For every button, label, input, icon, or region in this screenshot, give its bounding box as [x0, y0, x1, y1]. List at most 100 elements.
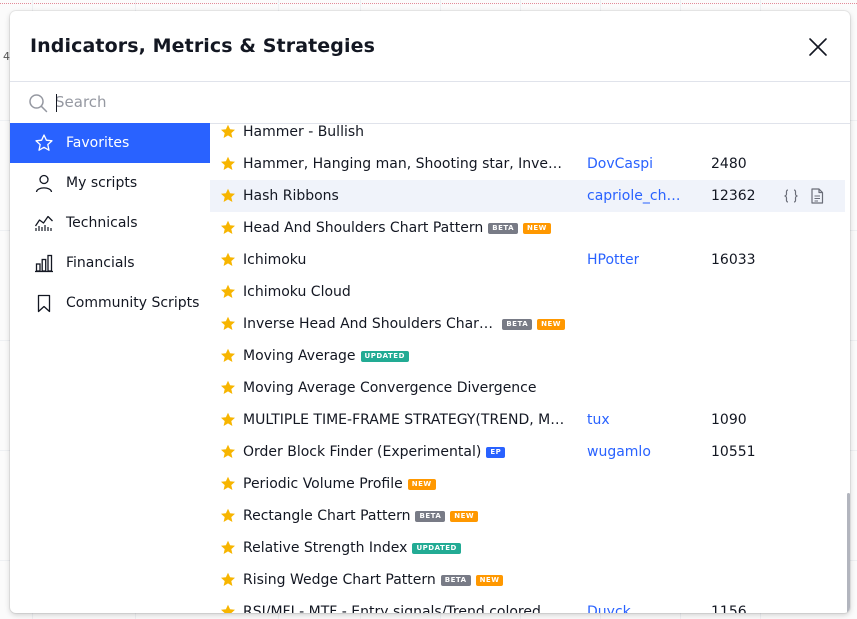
author-link[interactable]: DovCaspi [587, 156, 653, 172]
script-title: Moving Average Convergence Divergence [243, 380, 537, 396]
star-outline-icon [35, 134, 53, 151]
favorite-star-icon[interactable] [220, 412, 236, 428]
favorite-star-icon[interactable] [220, 572, 236, 588]
script-title: Rectangle Chart Pattern [243, 508, 411, 524]
badge-new: NEW [450, 510, 479, 522]
script-row[interactable]: Order Block Finder (Experimental) EP wugam… [210, 436, 845, 468]
script-row[interactable]: Ichimoku Cloud [210, 276, 845, 308]
price-line [0, 3, 857, 4]
script-row[interactable]: Rectangle Chart Pattern BETA NEW [210, 500, 845, 532]
script-document-icon[interactable] [808, 187, 826, 205]
favorite-star-icon[interactable] [220, 508, 236, 524]
script-title: Periodic Volume Profile [243, 476, 403, 492]
row-actions [782, 187, 826, 205]
category-sidebar: Favorites My scripts Technicals Financials C… [10, 123, 210, 613]
script-row[interactable]: Periodic Volume Profile NEW [210, 468, 845, 500]
favorite-star-icon[interactable] [220, 604, 236, 613]
badge-beta: BETA [440, 574, 471, 586]
source-code-icon[interactable] [782, 187, 800, 205]
sidebar-item-favorites[interactable]: Favorites [10, 123, 210, 163]
sidebar-item-community-scripts[interactable]: Community Scripts [10, 283, 210, 323]
script-name: Inverse Head And Shoulders Chart Pattern… [243, 316, 565, 332]
script-title: Ichimoku Cloud [243, 284, 351, 300]
badge-new: NEW [407, 478, 436, 490]
script-row[interactable]: Moving Average UPDATED [210, 340, 845, 372]
axis-label: 4 [3, 50, 10, 63]
sidebar-item-financials[interactable]: Financials [10, 243, 210, 283]
script-title: Moving Average [243, 348, 356, 364]
search-input[interactable] [55, 90, 815, 114]
likes-count: 1156 [711, 604, 747, 613]
likes-count: 2480 [711, 156, 747, 172]
script-title: Hash Ribbons [243, 188, 339, 204]
script-title: Hammer - Bullish [243, 124, 365, 140]
author-link[interactable]: Duyck [587, 604, 631, 613]
badge-updated: UPDATED [360, 350, 409, 362]
script-row[interactable]: MULTIPLE TIME-FRAME STRATEGY(TREND, MOME… [210, 404, 845, 436]
script-row[interactable]: Inverse Head And Shoulders Chart Pattern… [210, 308, 845, 340]
badge-updated: UPDATED [412, 542, 461, 554]
script-name: Hammer - Bullish [243, 124, 364, 140]
script-title: Rising Wedge Chart Pattern [243, 572, 436, 588]
script-row[interactable]: Hash Ribbons capriole_charl... 12362 [210, 180, 845, 212]
dialog-header: Indicators, Metrics & Strategies [10, 11, 850, 81]
likes-count: 10551 [711, 444, 756, 460]
script-row[interactable]: Rising Wedge Chart Pattern BETA NEW [210, 564, 845, 596]
favorite-star-icon[interactable] [220, 252, 236, 268]
author-link[interactable]: capriole_charl... [587, 188, 689, 204]
script-row[interactable]: Moving Average Convergence Divergence [210, 372, 845, 404]
author-link[interactable]: HPotter [587, 252, 639, 268]
favorite-star-icon[interactable] [220, 284, 236, 300]
script-row[interactable]: Hammer, Hanging man, Shooting star, Inve… [210, 148, 845, 180]
script-title: Relative Strength Index [243, 540, 408, 556]
technicals-chart-icon [34, 215, 53, 231]
script-name: Head And Shoulders Chart Pattern BETA NEW [243, 220, 551, 236]
script-name: MULTIPLE TIME-FRAME STRATEGY(TREND, MOME… [243, 412, 565, 428]
badge-new: NEW [523, 222, 551, 234]
favorite-star-icon[interactable] [220, 156, 236, 172]
script-title: Head And Shoulders Chart Pattern [243, 220, 484, 236]
script-name: RSI/MFI - MTF - Entry signals/Trend colo… [243, 604, 565, 613]
likes-count: 12362 [711, 188, 756, 204]
favorite-star-icon[interactable] [220, 220, 236, 236]
search-bar [10, 81, 850, 124]
bar-chart-icon [35, 254, 53, 273]
close-icon [809, 38, 827, 56]
script-row[interactable]: Head And Shoulders Chart Pattern BETA NEW [210, 212, 845, 244]
script-row[interactable]: RSI/MFI - MTF - Entry signals/Trend colo… [210, 596, 845, 613]
favorite-star-icon[interactable] [220, 540, 236, 556]
favorite-star-icon[interactable] [220, 348, 236, 364]
script-name: Hammer, Hanging man, Shooting star, Inve… [243, 156, 565, 172]
list-scrollbar[interactable] [847, 493, 850, 613]
script-name: Rectangle Chart Pattern BETA NEW [243, 508, 479, 524]
sidebar-item-technicals[interactable]: Technicals [10, 203, 210, 243]
favorite-star-icon[interactable] [220, 476, 236, 492]
script-name: Rising Wedge Chart Pattern BETA NEW [243, 572, 504, 588]
script-row[interactable]: Hammer - Bullish [210, 123, 845, 148]
favorite-star-icon[interactable] [220, 380, 236, 396]
user-icon [35, 174, 53, 193]
favorite-star-icon[interactable] [220, 444, 236, 460]
indicators-dialog: Indicators, Metrics & Strategies Favorit… [10, 11, 850, 613]
badge-ep: EP [486, 446, 506, 458]
favorite-star-icon[interactable] [220, 124, 236, 140]
sidebar-item-label: Financials [66, 255, 135, 271]
likes-count: 16033 [711, 252, 756, 268]
author-link[interactable]: tux [587, 412, 610, 428]
favorite-star-icon[interactable] [220, 188, 236, 204]
sidebar-item-label: Favorites [66, 135, 130, 151]
sidebar-item-my-scripts[interactable]: My scripts [10, 163, 210, 203]
sidebar-item-label: My scripts [66, 175, 138, 191]
script-name: Ichimoku Cloud [243, 284, 351, 300]
close-button[interactable] [808, 37, 828, 57]
script-name: Moving Average Convergence Divergence [243, 380, 537, 396]
badge-beta: BETA [415, 510, 446, 522]
author-link[interactable]: wugamlo [587, 444, 651, 460]
favorite-star-icon[interactable] [220, 316, 236, 332]
script-name: Periodic Volume Profile NEW [243, 476, 436, 492]
script-row[interactable]: Relative Strength Index UPDATED [210, 532, 845, 564]
script-name: Moving Average UPDATED [243, 348, 409, 364]
sidebar-item-label: Technicals [66, 215, 138, 231]
badge-beta: BETA [488, 222, 519, 234]
script-row[interactable]: Ichimoku HPotter 16033 [210, 244, 845, 276]
